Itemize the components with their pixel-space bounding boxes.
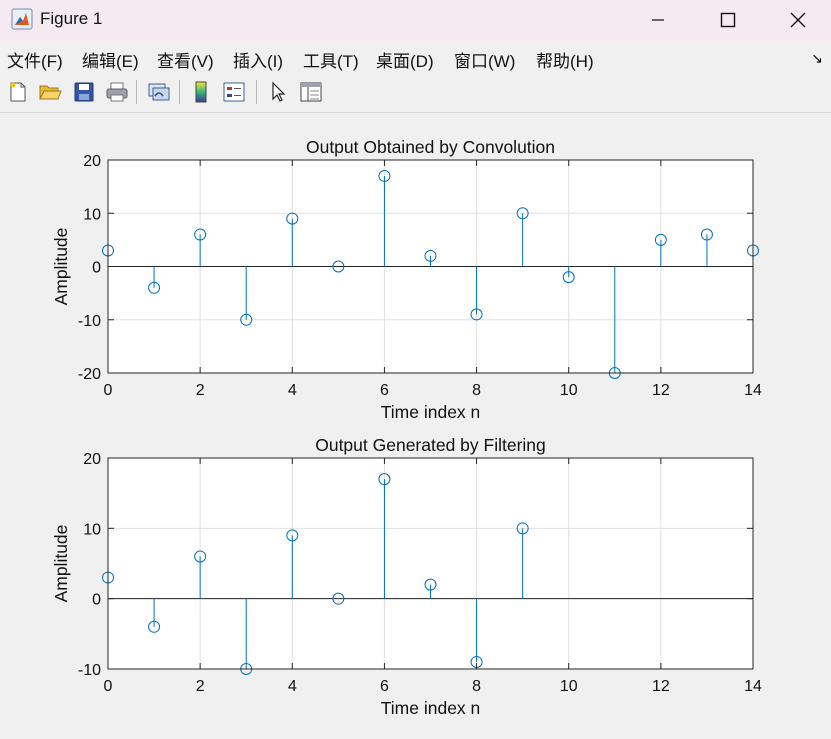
menu-desktop[interactable]: 桌面(D) [376, 47, 434, 72]
menu-view[interactable]: 查看(V) [157, 47, 214, 72]
menu-bar: 文件(F) 编辑(E) 查看(V) 插入(I) 工具(T) 桌面(D) 窗口(W… [0, 40, 831, 74]
x-tick-label: 2 [196, 382, 205, 399]
plots-svg: 0 2 4 6 8 10 12 14-20-1001020Output Obtained by… [51, 137, 762, 718]
x-tick-label: 0 [104, 382, 113, 399]
x-tick-label: 4 [288, 382, 297, 399]
x-tick-label: 8 [472, 678, 481, 695]
y-axis-label: Amplitude [51, 525, 71, 603]
window-title: Figure 1 [40, 9, 103, 28]
x-tick-label: 12 [652, 678, 670, 695]
link-plot-icon [148, 83, 170, 101]
menu-file[interactable]: 文件(F) [7, 47, 63, 72]
menu-tools[interactable]: 工具(T) [303, 47, 359, 72]
x-tick-label: 14 [744, 678, 762, 695]
edit-plot-button[interactable] [265, 79, 291, 105]
x-tick-label: 0 [104, 678, 113, 695]
y-tick-label: -10 [78, 662, 101, 679]
x-axis-label: Time index n [381, 698, 481, 718]
link-plot-button[interactable] [146, 79, 172, 105]
close-button[interactable] [763, 0, 831, 40]
close-icon [790, 12, 806, 28]
toolbar-separator [179, 80, 180, 104]
property-editor-button[interactable] [298, 79, 324, 105]
menu-edit[interactable]: 编辑(E) [82, 47, 139, 72]
insert-legend-button[interactable] [221, 79, 247, 105]
x-tick-label: 10 [560, 382, 578, 399]
x-tick-label: 14 [744, 382, 762, 399]
x-axis-label: Time index n [381, 402, 481, 422]
pointer-icon [272, 81, 286, 102]
print-icon [106, 82, 128, 102]
y-tick-label: 10 [83, 206, 101, 223]
chart-title: Output Generated by Filtering [315, 435, 546, 455]
y-tick-label: 10 [83, 521, 101, 538]
y-tick-label: -10 [78, 313, 101, 330]
y-axis-label: Amplitude [51, 228, 71, 306]
x-tick-label: 12 [652, 382, 670, 399]
menu-window[interactable]: 窗口(W) [454, 47, 515, 72]
insert-colorbar-button[interactable] [188, 79, 214, 105]
minimize-icon [652, 19, 664, 21]
x-tick-label: 10 [560, 678, 578, 695]
open-button[interactable] [37, 79, 63, 105]
figure-canvas: 0 2 4 6 8 10 12 14 -20 -10 0 10 20 Output Obtained by… [0, 113, 831, 739]
toolbar-separator [256, 80, 257, 104]
new-figure-button[interactable] [5, 79, 31, 105]
new-figure-icon [10, 82, 26, 102]
menu-help[interactable]: 帮助(H) [536, 47, 594, 72]
toolbar-separator [136, 80, 137, 104]
print-button[interactable] [104, 79, 130, 105]
x-tick-label: 8 [472, 382, 481, 399]
save-button[interactable] [71, 79, 97, 105]
menu-dock-arrow-icon[interactable]: ↘ [811, 50, 823, 67]
save-icon [74, 82, 94, 102]
title-bar: Figure 1 [0, 0, 831, 40]
y-tick-label: 20 [83, 153, 101, 170]
plot-area [108, 458, 753, 669]
y-tick-label: 20 [83, 451, 101, 468]
minimize-button[interactable] [623, 0, 693, 40]
property-editor-icon [300, 82, 322, 102]
maximize-button[interactable] [693, 0, 763, 40]
y-tick-label: 0 [92, 592, 101, 609]
toolbar [0, 74, 831, 113]
menu-insert[interactable]: 插入(I) [233, 47, 283, 72]
legend-icon [223, 82, 245, 102]
maximize-icon [720, 12, 736, 28]
x-tick-label: 4 [288, 678, 297, 695]
x-tick-label: 2 [196, 678, 205, 695]
open-folder-icon [39, 85, 62, 100]
y-tick-label: 0 [92, 260, 101, 277]
matlab-figure-icon [11, 8, 33, 30]
x-tick-label: 6 [380, 678, 389, 695]
chart-title: Output Obtained by Convolution [306, 137, 555, 157]
colorbar-icon [195, 81, 207, 103]
y-tick-label: -20 [78, 366, 101, 383]
x-tick-label: 6 [380, 382, 389, 399]
